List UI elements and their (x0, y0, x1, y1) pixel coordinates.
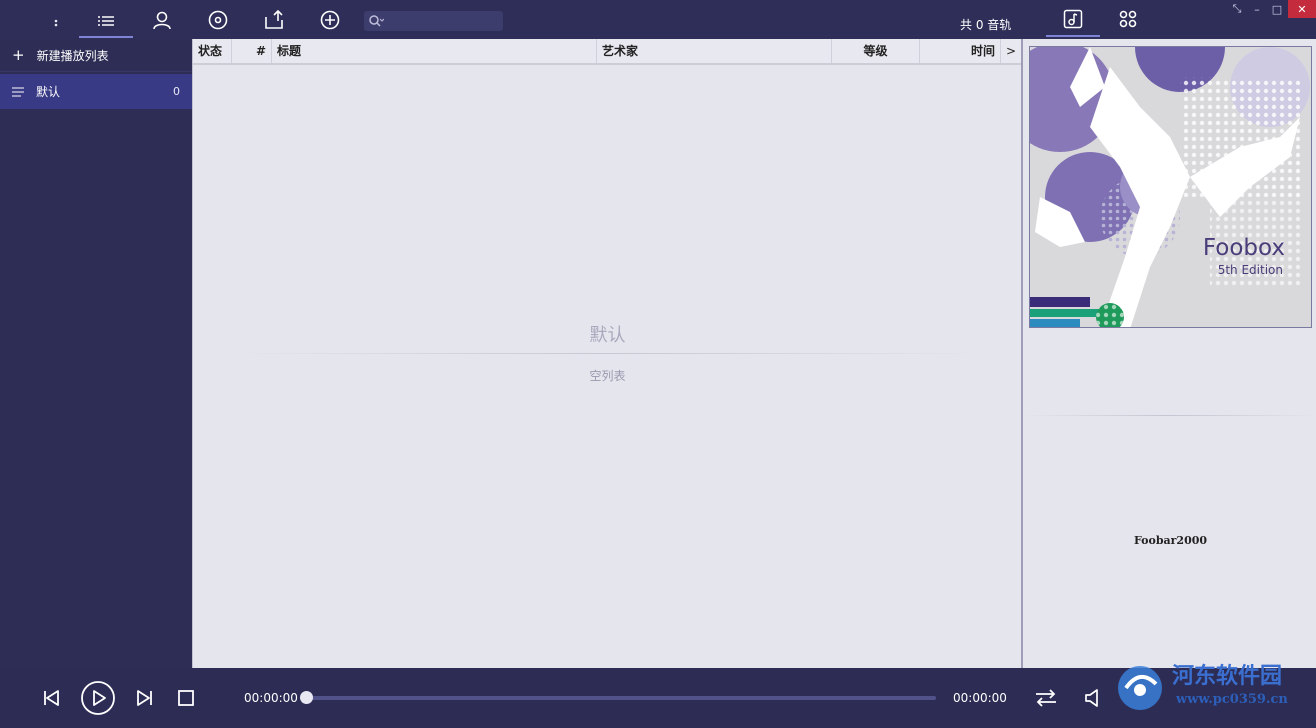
close-button[interactable]: ✕ (1288, 0, 1316, 18)
cover-title: Foobox (1202, 235, 1285, 261)
prev-icon (44, 690, 59, 706)
sidebar-item-default[interactable]: 默认 0 (0, 74, 192, 109)
stop-button[interactable] (174, 686, 198, 710)
playlist-view: 状态 # 标题 艺术家 等级 时间 > 默认 空列表 (192, 39, 1021, 668)
playlist-icon (98, 16, 114, 26)
new-playlist-label: 新建播放列表 (36, 48, 109, 63)
divider (233, 353, 983, 354)
previous-button[interactable] (38, 686, 64, 710)
column-rating[interactable]: 等级 (832, 39, 920, 63)
music-note-icon (1063, 9, 1083, 29)
column-header: 状态 # 标题 艺术家 等级 时间 > (193, 39, 1021, 65)
playlist-sidebar: + 新建播放列表 默认 0 (0, 39, 192, 668)
add-button[interactable] (318, 8, 342, 32)
playback-bar: 00:00:00 00:00:00 河东软件园 www.pc0359.cn (0, 663, 1316, 728)
sidebar-item-count: 0 (173, 85, 180, 98)
list-icon (12, 87, 24, 96)
sidebar-item-label: 默认 (36, 85, 61, 99)
watermark: 河东软件园 www.pc0359.cn (1112, 658, 1316, 728)
cover-subtitle: 5th Edition (1217, 263, 1283, 277)
add-icon (320, 10, 340, 30)
export-button[interactable] (262, 8, 286, 32)
search-input[interactable] (387, 14, 497, 28)
next-icon (137, 690, 152, 706)
watermark-logo-icon (1118, 666, 1162, 710)
artist-view-button[interactable] (150, 8, 174, 32)
album-view-button[interactable] (206, 8, 230, 32)
play-button[interactable] (79, 679, 117, 717)
playlist-view-button[interactable] (94, 8, 118, 32)
column-time[interactable]: 时间 (920, 39, 1001, 63)
active-tab-indicator (79, 36, 133, 38)
column-number[interactable]: # (232, 39, 272, 63)
divider (1023, 415, 1316, 416)
menu-icon[interactable] (44, 8, 68, 32)
search-icon (369, 15, 384, 27)
new-playlist-button[interactable]: + 新建播放列表 (0, 39, 192, 72)
artist-icon (153, 11, 171, 30)
maximize-button[interactable]: □ (1268, 0, 1286, 18)
restore-button[interactable]: ⤡ (1228, 0, 1246, 18)
column-status[interactable]: 状态 (193, 39, 232, 63)
repeat-icon (1036, 689, 1056, 707)
next-button[interactable] (132, 686, 158, 710)
watermark-text: 河东软件园 (1172, 663, 1283, 689)
export-icon (265, 9, 283, 29)
cover-artwork (1030, 47, 1311, 327)
column-title[interactable]: 标题 (272, 39, 597, 63)
disc-icon (208, 10, 228, 30)
now-playing-label: Foobar2000 (1133, 534, 1208, 547)
grid-icon (1119, 10, 1137, 28)
tab-grid-view[interactable] (1101, 8, 1155, 37)
stop-icon (178, 690, 194, 706)
time-elapsed: 00:00:00 (244, 691, 298, 705)
empty-playlist-subtitle: 空列表 (589, 369, 626, 383)
now-playing-panel: Foobox 5th Edition Foobar2000 (1021, 39, 1316, 668)
seek-bar[interactable] (307, 696, 936, 700)
repeat-button[interactable] (1032, 685, 1060, 711)
top-toolbar: 共 0 音轨 ⤡ – □ ✕ (0, 0, 1316, 39)
column-artist[interactable]: 艺术家 (597, 39, 832, 63)
volume-button[interactable] (1080, 685, 1106, 711)
watermark-url: www.pc0359.cn (1176, 692, 1288, 707)
volume-icon (1085, 689, 1098, 707)
minimize-button[interactable]: – (1248, 0, 1266, 18)
plus-icon: + (12, 46, 25, 64)
empty-playlist-title: 默认 (589, 325, 626, 346)
time-total: 00:00:00 (953, 691, 1007, 705)
album-cover: Foobox 5th Edition (1029, 46, 1312, 328)
tab-now-playing[interactable] (1046, 8, 1100, 37)
column-more[interactable]: > (1001, 39, 1021, 63)
track-count: 共 0 音轨 (960, 18, 1012, 32)
seek-handle[interactable] (300, 691, 313, 704)
search-box[interactable] (364, 11, 503, 31)
play-icon (81, 681, 115, 715)
